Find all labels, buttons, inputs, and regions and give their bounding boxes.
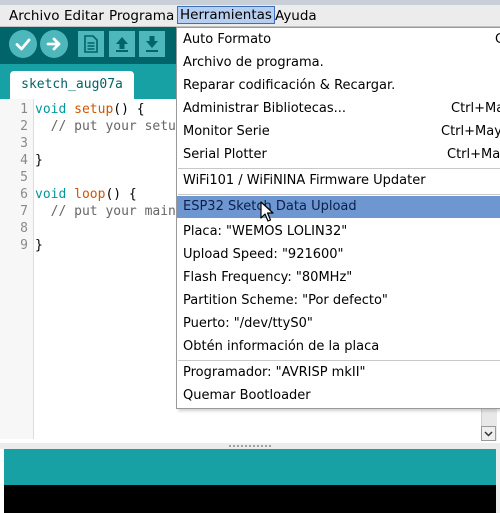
- menu-item-archivo-de-programa[interactable]: Archivo de programa.: [177, 52, 500, 74]
- new-sketch-button[interactable]: [78, 31, 104, 57]
- splitter-grip-icon[interactable]: [228, 444, 272, 448]
- open-arrow-up-icon: [116, 37, 128, 52]
- menu-editar[interactable]: Editar: [62, 7, 106, 25]
- window-edge: [496, 449, 500, 513]
- code-text: () {: [113, 102, 145, 117]
- code-keyword: void: [35, 187, 67, 202]
- menu-herramientas[interactable]: Herramientas: [177, 6, 275, 24]
- upload-button[interactable]: [40, 30, 68, 58]
- menu-bar: Archivo Editar Programa Herramientas Ayu…: [0, 5, 500, 27]
- code-line: }: [35, 153, 43, 168]
- menu-item-label: Quemar Bootloader: [183, 388, 311, 403]
- menu-item-label: Flash Frequency: "80MHz": [183, 270, 353, 285]
- chevron-down-icon: [484, 430, 493, 437]
- menu-item-label: Puerto: "/dev/ttyS0": [183, 316, 313, 331]
- menu-item-label: WiFi101 / WiFiNINA Firmware Updater: [183, 173, 426, 188]
- scroll-down-button[interactable]: [481, 426, 496, 441]
- line-number: 8: [20, 221, 28, 236]
- save-button[interactable]: [139, 31, 165, 57]
- menu-item-shortcut: C: [495, 32, 500, 47]
- menu-item-esp32-data-upload[interactable]: ESP32 Sketch Data Upload: [177, 196, 500, 218]
- menu-item-label: Administrar Bibliotecas...: [183, 101, 347, 116]
- menu-separator: [178, 168, 500, 169]
- menu-item-label: Auto Formato: [183, 32, 272, 47]
- line-number: 9: [20, 238, 28, 253]
- menu-archivo[interactable]: Archivo: [7, 7, 61, 25]
- code-function: setup: [74, 102, 114, 117]
- code-comment: // put your main: [35, 204, 176, 219]
- code-text: () {: [105, 187, 137, 202]
- code-line: void setup() {: [35, 101, 145, 118]
- line-number-gutter: 1 2 3 4 5 6 7 8 9: [0, 99, 34, 439]
- open-button[interactable]: [109, 31, 135, 57]
- mouse-cursor-icon: [260, 201, 274, 222]
- menu-item-label: Archivo de programa.: [183, 55, 324, 70]
- menu-item-partition-scheme[interactable]: Partition Scheme: "Por defecto": [177, 290, 500, 312]
- new-file-icon: [84, 35, 98, 53]
- line-number: 6: [20, 187, 28, 202]
- menu-item-label: Obtén información de la placa: [183, 339, 380, 354]
- line-number: 1: [20, 102, 28, 117]
- menu-item-wifi-firmware-updater[interactable]: WiFi101 / WiFiNINA Firmware Updater: [177, 170, 500, 192]
- menu-ayuda[interactable]: Ayuda: [273, 7, 319, 25]
- menu-item-label: Reparar codificación & Recargar.: [183, 78, 396, 93]
- menu-item-serial-plotter[interactable]: Serial Plotter Ctrl+Ma: [177, 144, 500, 166]
- line-number: 3: [20, 136, 28, 151]
- menu-separator: [178, 360, 500, 361]
- menu-item-label: Upload Speed: "921600": [183, 247, 344, 262]
- menu-item-monitor-serie[interactable]: Monitor Serie Ctrl+May: [177, 121, 500, 143]
- menu-item-flash-frequency[interactable]: Flash Frequency: "80MHz": [177, 267, 500, 289]
- menu-item-shortcut: Ctrl+Ma: [451, 101, 500, 116]
- menu-item-shortcut: Ctrl+Ma: [447, 147, 500, 162]
- verify-button[interactable]: [9, 30, 37, 58]
- code-function: loop: [74, 187, 106, 202]
- arrow-right-icon: [46, 37, 61, 51]
- line-number: 2: [20, 119, 28, 134]
- line-number: 4: [20, 153, 28, 168]
- menu-item-shortcut: Ctrl+May: [441, 124, 500, 139]
- check-icon: [15, 38, 31, 51]
- menu-item-administrar-bibliotecas[interactable]: Administrar Bibliotecas... Ctrl+Ma: [177, 98, 500, 120]
- herramientas-menu: Auto Formato C Archivo de programa. Repa…: [176, 27, 500, 409]
- menu-item-programador[interactable]: Programador: "AVRISP mkII": [177, 362, 500, 384]
- menu-item-label: Partition Scheme: "Por defecto": [183, 293, 388, 308]
- console-output: [4, 485, 496, 513]
- line-number: 7: [20, 204, 28, 219]
- menu-item-placa[interactable]: Placa: "WEMOS LOLIN32": [177, 221, 500, 243]
- code-keyword: void: [35, 102, 67, 117]
- menu-item-board-info[interactable]: Obtén información de la placa: [177, 336, 500, 358]
- menu-item-label: Monitor Serie: [183, 124, 270, 139]
- status-bar: [4, 449, 496, 485]
- menu-item-label: Programador: "AVRISP mkII": [183, 365, 366, 380]
- menu-programa[interactable]: Programa: [107, 7, 176, 25]
- menu-item-reparar-codificacion[interactable]: Reparar codificación & Recargar.: [177, 75, 500, 97]
- tab-sketch[interactable]: sketch_aug07a: [10, 71, 134, 99]
- menu-item-puerto[interactable]: Puerto: "/dev/ttyS0": [177, 313, 500, 335]
- code-line: }: [35, 238, 43, 253]
- menu-item-upload-speed[interactable]: Upload Speed: "921600": [177, 244, 500, 266]
- code-line: void loop() {: [35, 186, 137, 203]
- menu-item-label: Placa: "WEMOS LOLIN32": [183, 224, 348, 239]
- code-comment: // put your setu: [35, 119, 176, 134]
- line-number: 5: [20, 170, 28, 185]
- menu-separator: [178, 194, 500, 195]
- save-arrow-down-icon: [146, 36, 158, 52]
- menu-item-auto-formato[interactable]: Auto Formato C: [177, 29, 500, 51]
- menu-item-label: Serial Plotter: [183, 147, 267, 162]
- menu-item-quemar-bootloader[interactable]: Quemar Bootloader: [177, 385, 500, 407]
